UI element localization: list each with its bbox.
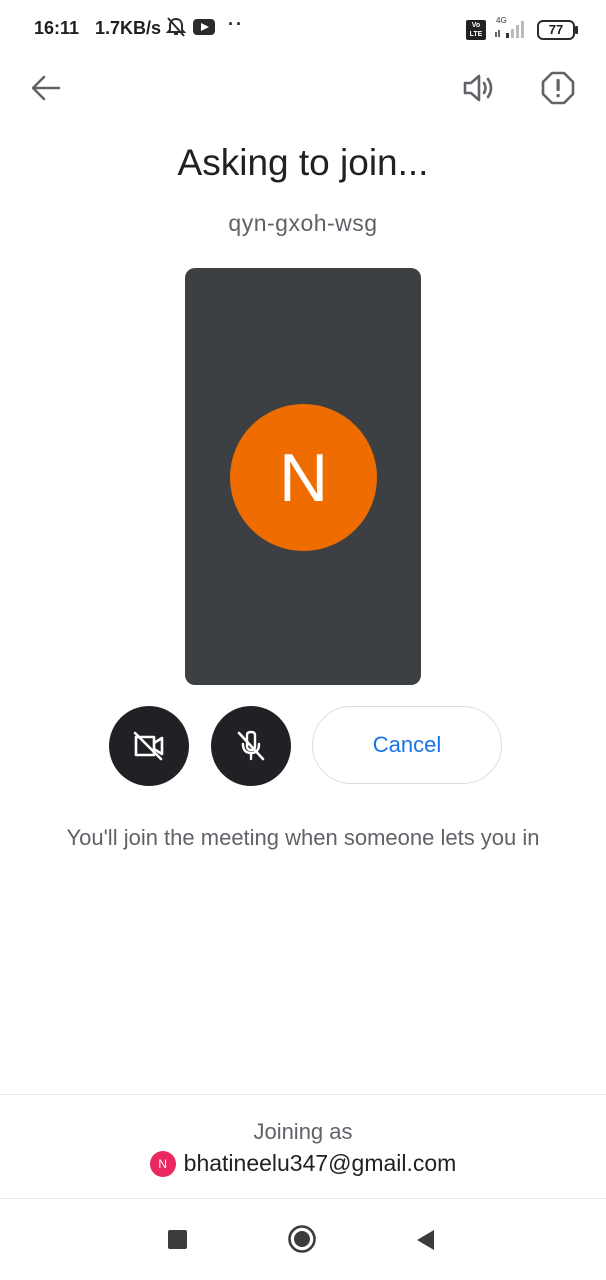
account-avatar-initial: N (158, 1156, 167, 1171)
signal-icon: 4G (494, 16, 528, 45)
footer-divider (0, 1094, 606, 1095)
nav-divider (0, 1198, 606, 1199)
home-circle-icon (288, 1225, 316, 1253)
youtube-notification-icon (193, 19, 215, 35)
volte-icon: Vo LTE (466, 20, 486, 40)
avatar-initial: N (278, 439, 329, 516)
home-button[interactable] (287, 1224, 317, 1254)
more-notifications-icon: ·· (228, 14, 244, 34)
mic-toggle-button[interactable] (211, 706, 291, 786)
joining-as-label: Joining as (253, 1119, 353, 1144)
system-back-button[interactable] (414, 1228, 436, 1257)
bell-off-icon (165, 16, 187, 43)
page-title: Asking to join... (177, 142, 429, 183)
network-type-label: 4G (496, 16, 507, 25)
speaker-icon (463, 74, 493, 102)
account-email: bhatineelu347@gmail.com (183, 1150, 457, 1176)
avatar: N (230, 404, 377, 551)
account-row[interactable]: N bhatineelu347@gmail.com (0, 1150, 606, 1177)
triangle-back-icon (417, 1230, 434, 1250)
status-network-speed: 1.7KB/s (95, 18, 162, 38)
audio-output-button[interactable] (457, 66, 501, 110)
arrow-left-icon (31, 75, 61, 101)
battery-indicator: 77 (537, 20, 578, 40)
cancel-button[interactable]: Cancel (312, 706, 502, 784)
account-avatar: N (149, 1150, 176, 1177)
camera-toggle-button[interactable] (109, 706, 189, 786)
mic-off-icon (237, 730, 265, 761)
status-bar: 16:11 1.7KB/s ·· Vo LTE 4G 77 (0, 0, 606, 60)
status-time: 16:11 (34, 18, 80, 38)
back-button[interactable] (26, 68, 66, 108)
report-icon (541, 71, 575, 105)
report-problem-button[interactable] (536, 66, 580, 110)
waiting-message: You'll join the meeting when someone let… (66, 825, 540, 850)
recent-apps-button[interactable] (168, 1230, 187, 1249)
self-preview-tile: N (185, 268, 421, 685)
meeting-code: qyn-gxoh-wsg (228, 210, 378, 236)
camera-off-icon (133, 731, 164, 761)
